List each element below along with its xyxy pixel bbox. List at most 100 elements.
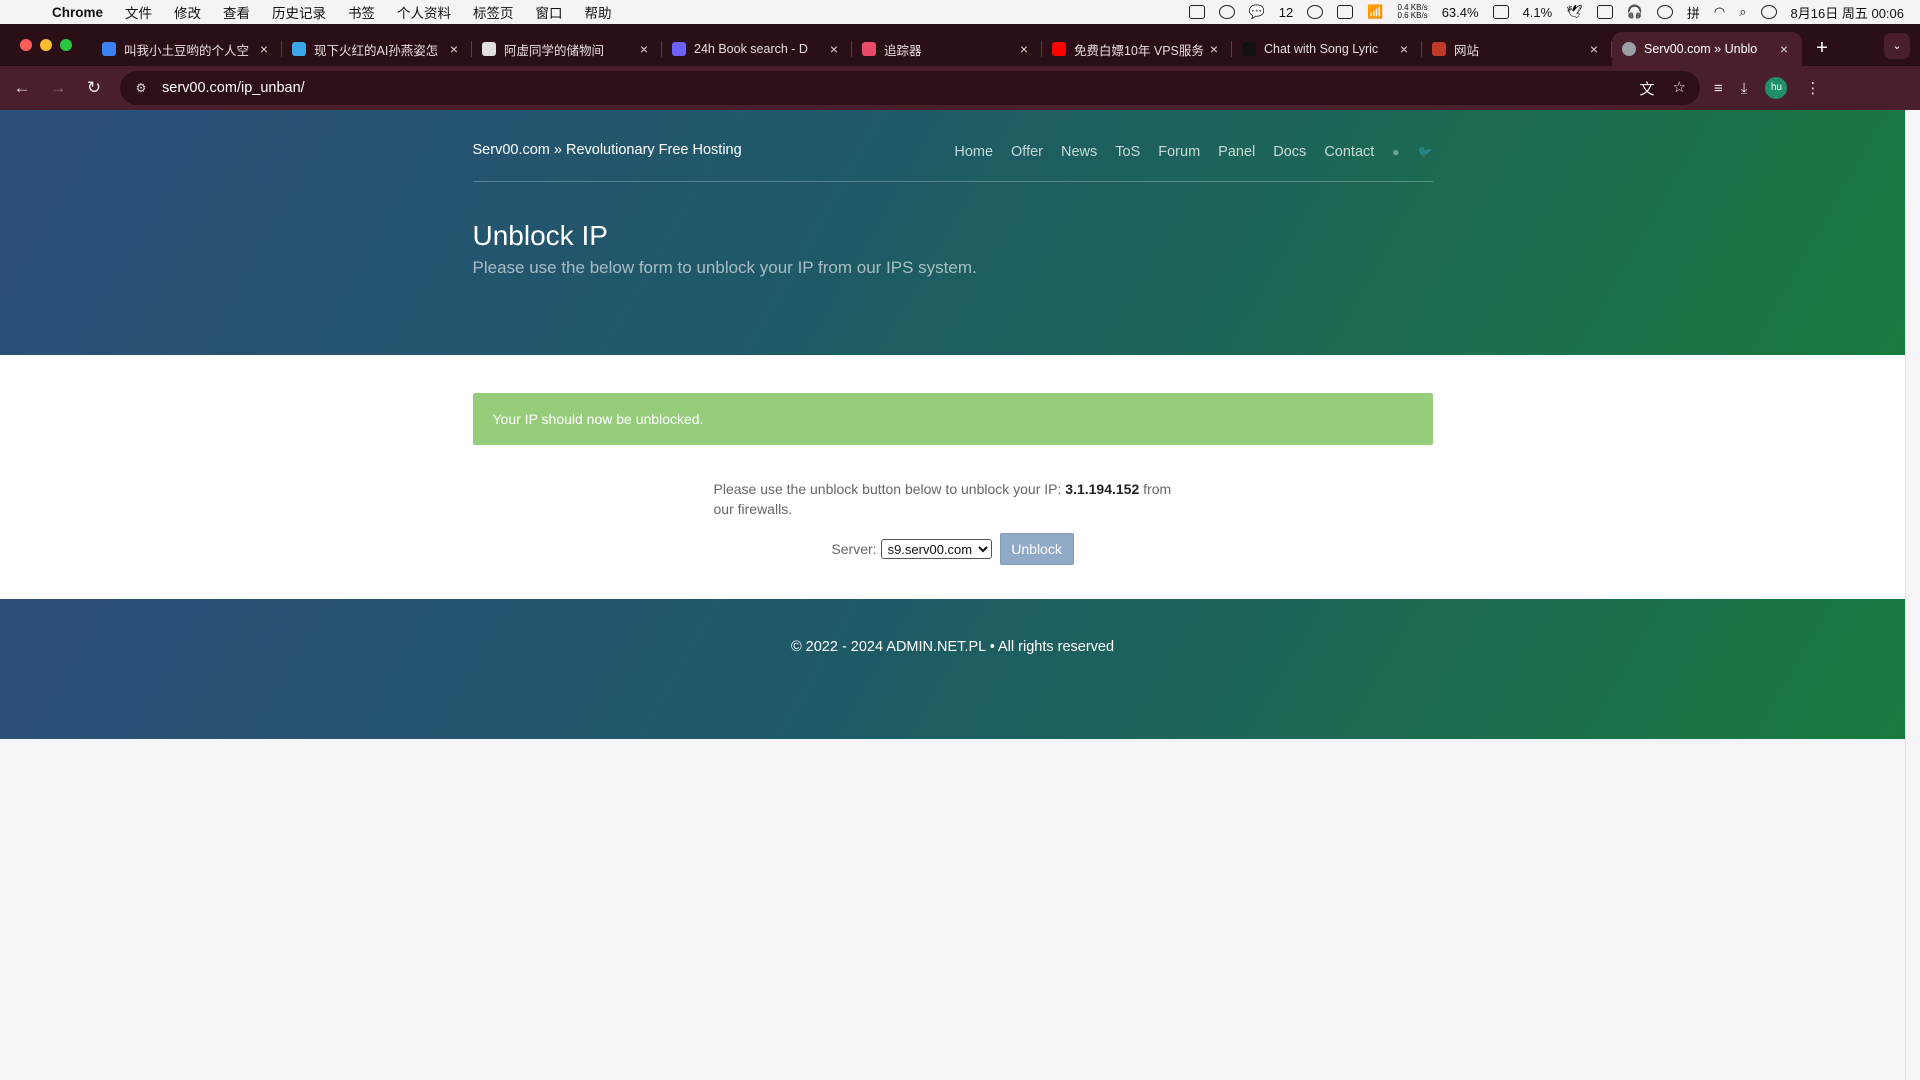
translate-icon[interactable]: 文 [1640,78,1655,99]
menu-bookmarks[interactable]: 书签 [348,2,375,22]
nav-panel[interactable]: Panel [1218,144,1255,160]
tab-close-icon[interactable]: × [636,41,652,57]
tab-favicon [482,42,496,56]
tab-close-icon[interactable]: × [1016,41,1032,57]
web-page: Serv00.com » Revolutionary Free Hosting … [0,110,1905,1080]
tab-favicon [1432,42,1446,56]
menu-view[interactable]: 查看 [223,2,250,22]
tab-strip: 叫我小土豆哟的个人空 × 现下火红的AI孙燕姿怎 × 阿虚同学的储物间 × 24… [0,24,1920,66]
bird-icon[interactable]: 🕊 [1566,4,1583,20]
back-arrow-icon[interactable]: ← [4,78,40,98]
site-brand[interactable]: Serv00.com » Revolutionary Free Hosting [473,142,742,158]
tab-close-icon[interactable]: × [1206,41,1222,57]
site-nav: Home Offer News ToS Forum Panel Docs Con… [954,144,1432,160]
minimize-window-button[interactable] [40,39,52,51]
tab-title: 网站 [1454,43,1480,58]
profile-avatar[interactable]: hu [1765,77,1788,99]
menu-help[interactable]: 帮助 [585,2,612,22]
tab[interactable]: 网站 × [1422,32,1612,66]
input-method-icon[interactable]: 拼 [1687,3,1700,22]
reading-list-icon[interactable]: ≡ [1714,80,1723,97]
tab[interactable]: Chat with Song Lyric × [1232,32,1422,66]
unblock-button[interactable]: Unblock [999,533,1074,565]
tab-title: 现下火红的AI孙燕姿怎 [314,43,439,58]
unblock-info: Please use the unblock button below to u… [714,479,1192,519]
tab[interactable]: 免费白嫖10年 VPS服务 × [1042,32,1232,66]
tab-close-icon[interactable]: × [256,41,272,57]
toolbar-actions: ≡ ⤓ hu ⋮ [1714,77,1820,99]
site-header: Serv00.com » Revolutionary Free Hosting … [472,110,1433,182]
nav-contact[interactable]: Contact [1324,144,1374,160]
footer-copyright: © 2022 - 2024 ADMIN.NET.PL • All rights … [790,639,1115,655]
reload-icon[interactable]: ↻ [76,78,112,98]
tab-close-icon[interactable]: × [1586,41,1602,57]
clock[interactable]: 8月16日 周五 00:06 [1791,3,1904,22]
download-icon[interactable]: ⤓ [1741,80,1748,97]
close-window-button[interactable] [20,39,32,51]
menu-history[interactable]: 历史记录 [272,2,326,22]
status-area: 💬 12 📶 0.4 KB/s 0.6 KB/s 63.4% 4.1% 🕊 🎧 拼… [1188,3,1920,22]
wifi-icon[interactable]: ◠ [1714,4,1725,20]
control-center-icon[interactable] [1760,5,1777,19]
script-icon[interactable] [1188,5,1205,19]
tab[interactable]: 24h Book search - D × [662,32,852,66]
spotlight-icon[interactable]: ⌕ [1739,4,1746,20]
net-down: 0.6 KB/s [1397,11,1428,20]
tab-title: 叫我小土豆哟的个人空 [124,43,250,58]
tab-active[interactable]: Serv00.com » Unblo × [1612,32,1802,66]
tab-favicon [292,42,306,56]
bookmark-star-icon[interactable]: ☆ [1673,78,1686,99]
forward-arrow-icon[interactable]: → [40,78,76,98]
site-settings-icon[interactable]: ⚙ [132,79,150,97]
tab-close-icon[interactable]: × [1776,41,1792,57]
memory-icon [1492,5,1509,19]
nav-offer[interactable]: Offer [1011,144,1043,160]
nav-tos[interactable]: ToS [1115,144,1140,160]
twitter-icon[interactable]: 🐦 [1418,145,1433,159]
hero-section: Serv00.com » Revolutionary Free Hosting … [0,110,1905,355]
tab-close-icon[interactable]: × [446,41,462,57]
server-label: Server: [831,541,877,557]
facebook-icon[interactable]: ● [1392,145,1399,159]
page-scrollbar[interactable] [1905,110,1920,1080]
tab[interactable]: 追踪器 × [852,32,1042,66]
nav-forum[interactable]: Forum [1158,144,1200,160]
menu-edit[interactable]: 修改 [174,2,201,22]
nav-home[interactable]: Home [954,144,993,160]
new-tab-button[interactable]: + [1802,37,1842,60]
play-icon[interactable] [1656,5,1673,19]
info-prefix: Please use the unblock button below to u… [713,481,1066,497]
wifi-speed-icon: 📶 [1367,4,1384,19]
nav-docs[interactable]: Docs [1273,144,1306,160]
kebab-menu-icon[interactable]: ⋮ [1805,79,1820,97]
tab-search-chevron-icon[interactable]: ⌄ [1884,33,1910,59]
address-bar[interactable]: ⚙ serv00.com/ip_unban/ 文 ☆ [120,71,1700,105]
menu-window[interactable]: 窗口 [536,2,563,22]
shield-icon[interactable] [1337,5,1354,19]
mem-usage: 4.1% [1522,4,1553,20]
tab-title: 免费白嫖10年 VPS服务 [1074,43,1204,58]
server-select[interactable]: s9.serv00.com [880,539,992,559]
wechat-icon[interactable]: 💬 [1249,4,1265,20]
tab[interactable]: 叫我小土豆哟的个人空 × [92,32,282,66]
tab[interactable]: 阿虚同学的储物间 × [472,32,662,66]
menu-file[interactable]: 文件 [125,2,152,22]
menu-tab[interactable]: 标签页 [473,2,514,22]
omnibox-actions: 文 ☆ [1640,78,1700,99]
focus-icon[interactable] [1218,5,1235,19]
nav-news[interactable]: News [1061,144,1097,160]
tab-close-icon[interactable]: × [1396,41,1412,57]
tab[interactable]: 现下火红的AI孙燕姿怎 × [282,32,472,66]
tab-title: Chat with Song Lyric [1264,42,1379,56]
screen-icon[interactable] [1596,5,1613,19]
headphones-icon[interactable]: 🎧 [1627,4,1643,20]
wechat-count: 12 [1278,4,1294,20]
menu-app-name[interactable]: Chrome [52,5,103,20]
menu-profiles[interactable]: 个人资料 [397,2,451,22]
vpn-icon[interactable] [1307,5,1324,19]
url-text[interactable]: serv00.com/ip_unban/ [162,80,305,96]
tab-title: 24h Book search - D [694,42,808,56]
zoom-window-button[interactable] [60,39,72,51]
tab-close-icon[interactable]: × [826,41,842,57]
net-speed: 0.4 KB/s 0.6 KB/s [1397,4,1427,20]
